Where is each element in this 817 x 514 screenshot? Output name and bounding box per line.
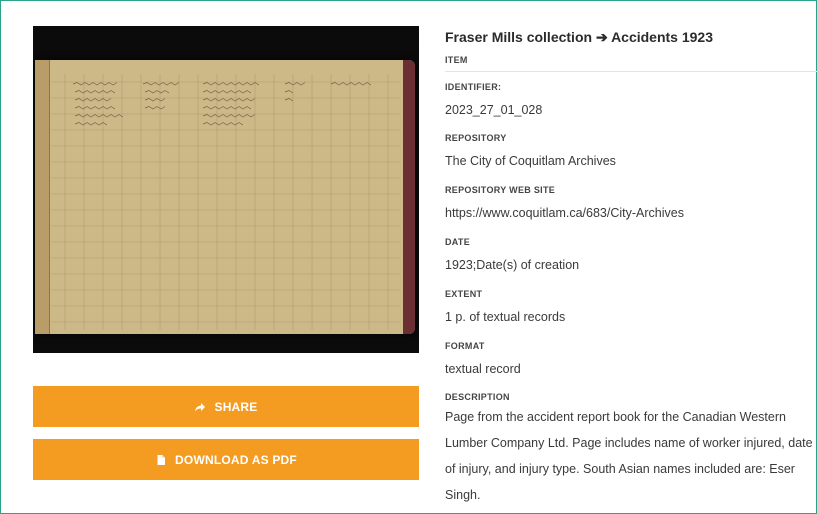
breadcrumb-collection-link[interactable]: Fraser Mills collection [445,29,592,45]
format-label: FORMAT [445,341,485,351]
record-image-viewer[interactable] [33,26,419,353]
divider [445,71,817,72]
arrow-right-icon: ➔ [595,29,608,45]
repository-website-label: REPOSITORY WEB SITE [445,185,556,195]
item-type-label: ITEM [445,55,468,65]
ledger-image [35,60,415,334]
extent-value: 1 p. of textual records [445,310,566,324]
identifier-label: IDENTIFIER: [445,82,502,92]
extent-label: EXTENT [445,289,483,299]
file-icon [157,454,166,465]
description-value: Page from the accident report book for t… [445,410,813,502]
date-label: DATE [445,237,471,247]
record-title: Fraser Mills collection ➔ Accidents 1923 [445,29,713,46]
ledger-spine [403,60,415,334]
format-value: textual record [445,362,521,376]
share-arrow-icon [195,402,206,411]
record-title-text: Accidents 1923 [611,29,714,45]
repository-label: REPOSITORY [445,133,507,143]
ledger-grid [51,74,401,330]
share-button[interactable]: SHARE [33,386,419,427]
date-value: 1923;Date(s) of creation [445,258,580,272]
repository-website-value: https://www.coquitlam.ca/683/City-Archiv… [445,206,684,220]
download-pdf-button-label: DOWNLOAD AS PDF [175,452,297,467]
share-button-label: SHARE [214,399,258,414]
download-pdf-button[interactable]: DOWNLOAD AS PDF [33,439,419,480]
identifier-value: 2023_27_01_028 [445,103,543,117]
repository-value: The City of Coquitlam Archives [445,154,616,168]
description-label: DESCRIPTION [445,392,510,402]
